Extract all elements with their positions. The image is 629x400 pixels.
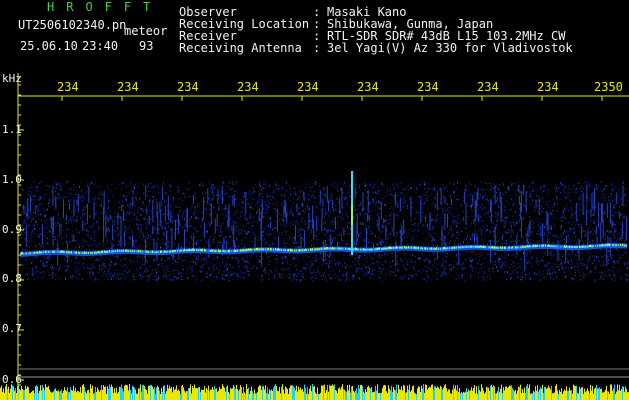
x-tick-label: 234	[57, 80, 79, 94]
hrofft-window: HROFFT UT2506102340.pn meteor 25.06.10 2…	[0, 0, 629, 400]
y-tick-label: 0.6	[2, 373, 22, 386]
mode-label: meteor	[124, 24, 168, 38]
x-tick-label: 234	[297, 80, 319, 94]
brand-title: HROFFT	[47, 0, 163, 14]
unit-label: kHz	[2, 72, 22, 85]
time: 23:40	[82, 39, 119, 53]
receiving-antenna-value: 3el Yagi(V) Az 330 for Vladivostok	[327, 41, 573, 55]
filename: UT2506102340.pn	[18, 18, 127, 32]
y-tick-label: 0.8	[2, 272, 22, 285]
y-tick-label: 1.0	[2, 173, 22, 186]
x-tick-label: 2350	[594, 80, 623, 94]
colon: :	[313, 41, 321, 55]
meteor-echo-core	[351, 205, 353, 225]
spectrogram-plot	[0, 73, 629, 400]
y-tick-label: 1.1	[2, 123, 22, 136]
receiving-antenna-label: Receiving Antenna	[179, 41, 302, 55]
date: 25.06.10	[20, 39, 78, 53]
noise-field	[20, 181, 628, 282]
y-tick-label: 0.7	[2, 322, 22, 335]
x-tick-label: 234	[537, 80, 559, 94]
x-tick-label: 234	[357, 80, 379, 94]
y-tick-label: 0.9	[2, 223, 22, 236]
x-tick-label: 234	[117, 80, 139, 94]
x-tick-label: 234	[477, 80, 499, 94]
count: 93	[139, 39, 154, 53]
x-tick-label: 234	[417, 80, 439, 94]
intensity-bar	[0, 384, 629, 400]
x-tick-label: 234	[237, 80, 259, 94]
x-tick-label: 234	[177, 80, 199, 94]
